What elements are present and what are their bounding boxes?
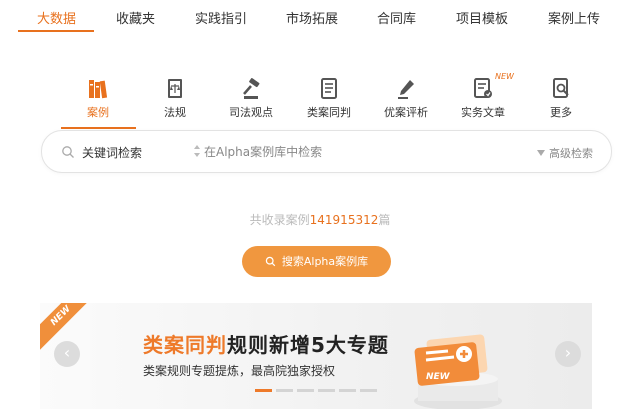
search-button-label: 搜索Alpha案例库 (281, 255, 369, 268)
banner-title-highlight: 类案同判 (143, 333, 227, 357)
tab-project-templates[interactable]: 项目模板 (456, 8, 508, 27)
tab-contract-library[interactable]: 合同库 (377, 8, 416, 27)
count-suffix: 篇 (378, 213, 391, 227)
tab-market-expansion[interactable]: 市场拓展 (286, 8, 338, 27)
sort-toggle-icon[interactable] (193, 144, 201, 158)
books-icon (89, 80, 108, 99)
category-label: 更多 (550, 106, 572, 119)
search-icon (265, 256, 276, 267)
promo-banner[interactable]: NEW ‹ 类案同判规则新增5大专题 类案规则专题提炼，最高院独家授权 NEW … (40, 303, 592, 409)
active-tab-underline (18, 30, 94, 32)
count-number: 141915312 (309, 213, 379, 227)
banner-dot[interactable] (276, 389, 293, 392)
caret-down-icon (537, 150, 545, 156)
banner-dot[interactable] (360, 389, 377, 392)
banner-subtitle: 类案规则专题提炼，最高院独家授权 (143, 364, 336, 378)
category-label: 案例 (87, 106, 109, 119)
banner-dot[interactable] (339, 389, 356, 392)
category-similar-cases[interactable]: 类案同判 (291, 70, 367, 120)
advanced-search-button[interactable]: 高级检索 (537, 145, 593, 161)
banner-prev-button[interactable]: ‹ (54, 341, 80, 367)
advanced-search-label: 高级检索 (549, 147, 593, 160)
search-document-icon (553, 78, 569, 98)
banner-dot[interactable] (255, 389, 272, 392)
banner-title: 类案同判规则新增5大专题 (143, 329, 389, 358)
tab-case-upload[interactable]: 案例上传 (548, 8, 600, 27)
search-mode-select[interactable]: 关键词检索 (82, 144, 142, 161)
active-category-underline (61, 127, 136, 129)
category-label: 类案同判 (307, 106, 351, 119)
banner-dot[interactable] (318, 389, 335, 392)
search-icon (62, 146, 74, 158)
top-nav: 大数据 收藏夹 实践指引 市场拓展 合同库 项目模板 案例上传 (0, 0, 640, 36)
tab-favorites[interactable]: 收藏夹 (116, 8, 155, 27)
banner-dot[interactable] (297, 389, 314, 392)
new-badge: NEW (495, 72, 514, 81)
category-label: 实务文章 (461, 106, 505, 119)
category-case-reviews[interactable]: 优案评析 (368, 70, 444, 120)
category-tabs: 案例 法规 司法观点 类案同判 优案评析 NEW 实务文章 更多 (0, 70, 640, 130)
article-icon (474, 78, 492, 98)
law-book-icon (168, 79, 182, 98)
search-button[interactable]: 搜索Alpha案例库 (242, 246, 391, 277)
search-bar: 关键词检索 高级检索 (41, 130, 612, 173)
category-cases[interactable]: 案例 (60, 70, 136, 120)
search-input[interactable] (204, 142, 524, 162)
category-laws[interactable]: 法规 (137, 70, 213, 120)
category-more[interactable]: 更多 (523, 70, 599, 120)
category-label: 优案评析 (384, 106, 428, 119)
category-practice-articles[interactable]: NEW 实务文章 (445, 70, 521, 120)
banner-next-button[interactable]: › (555, 341, 581, 367)
case-count: 共收录案例141915312篇 (0, 211, 640, 228)
category-label: 法规 (164, 106, 186, 119)
tab-practice-guide[interactable]: 实践指引 (195, 8, 247, 27)
category-judicial-views[interactable]: 司法观点 (213, 70, 289, 120)
tab-big-data[interactable]: 大数据 (37, 8, 76, 27)
category-label: 司法观点 (229, 106, 273, 119)
pen-icon (398, 80, 414, 99)
count-prefix: 共收录案例 (249, 213, 310, 227)
new-badge-illustration: NEW (414, 334, 502, 409)
banner-title-rest: 规则新增5大专题 (227, 333, 389, 357)
gavel-icon (243, 78, 260, 99)
document-icon (321, 78, 337, 99)
badge-text: NEW (426, 372, 451, 382)
